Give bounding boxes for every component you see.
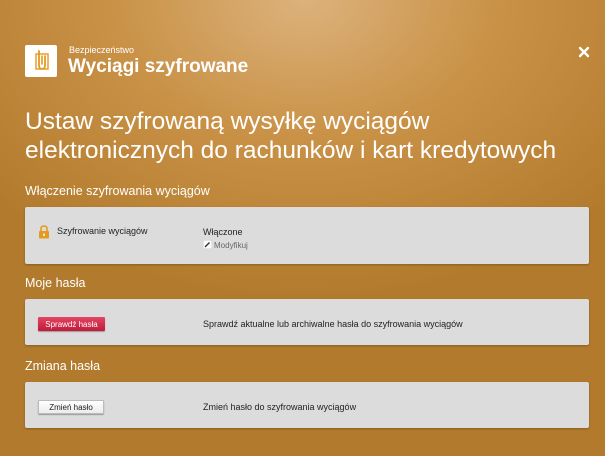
headline-line-2: elektronicznych do rachunków i kart kred… — [25, 137, 557, 164]
close-icon — [578, 46, 590, 58]
headline-line-1: Ustaw szyfrowaną wysyłkę wyciągów — [25, 108, 430, 135]
page-title: Wyciągi szyfrowane — [68, 56, 249, 77]
passwords-panel: Sprawdź hasła Sprawdź aktualne lub archi… — [25, 299, 589, 345]
encryption-label: Szyfrowanie wyciągów — [57, 226, 148, 236]
section-title-passwords: Moje hasła — [25, 276, 86, 290]
change-panel: Zmień hasło Zmień hasło do szyfrowania w… — [25, 382, 589, 428]
header-category: Bezpieczeństwo — [69, 45, 135, 55]
section-title-change: Zmiana hasła — [25, 359, 101, 373]
pencil-icon — [202, 239, 213, 250]
lock-icon — [39, 225, 49, 239]
modify-label: Modyfikuj — [214, 241, 248, 250]
modify-link[interactable]: Modyfikuj — [202, 239, 248, 250]
close-button[interactable] — [575, 43, 593, 61]
change-password-button[interactable]: Zmień hasło — [38, 400, 104, 414]
encryption-panel: Szyfrowanie wyciągów Włączone Modyfikuj — [25, 207, 589, 264]
paperclip-document-icon — [35, 50, 49, 70]
passwords-description: Sprawdź aktualne lub archiwalne hasła do… — [203, 319, 463, 329]
check-passwords-button[interactable]: Sprawdź hasła — [38, 317, 105, 331]
headline: Ustaw szyfrowaną wysyłkę wyciągów elektr… — [25, 107, 600, 165]
section-title-encryption: Włączenie szyfrowania wyciągów — [25, 184, 210, 198]
app-icon — [25, 45, 57, 77]
change-description: Zmień hasło do szyfrowania wyciągów — [203, 402, 357, 412]
encryption-status: Włączone — [203, 227, 243, 237]
